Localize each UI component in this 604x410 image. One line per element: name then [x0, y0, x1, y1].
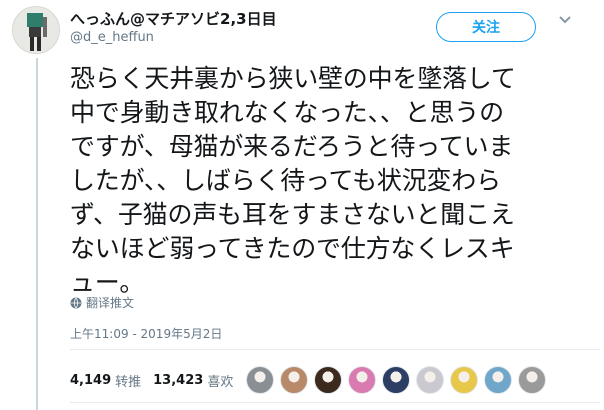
- tweet-line: ず、子猫の声も耳をすまさないと聞こえ: [70, 200, 515, 229]
- translate-tweet-link[interactable]: 翻译推文: [70, 294, 134, 311]
- liker-avatar[interactable]: [416, 366, 444, 394]
- follow-button[interactable]: 关注: [436, 12, 536, 42]
- like-label[interactable]: 喜欢: [207, 371, 233, 390]
- tweet-text: 恐らく天井裏から狭い壁の中を墜落して 中で身動き取れなくなった、、と思うの です…: [70, 62, 590, 300]
- user-handle[interactable]: @d_e_heffun: [70, 30, 154, 45]
- avatar-image-icon: [13, 7, 59, 53]
- thread-line: [36, 58, 38, 410]
- liker-avatar[interactable]: [246, 366, 274, 394]
- timestamp[interactable]: 上午11:09 - 2019年5月2日: [70, 325, 222, 342]
- avatar[interactable]: [12, 6, 60, 54]
- liker-avatar[interactable]: [314, 366, 342, 394]
- retweet-count[interactable]: 4,149: [70, 373, 111, 388]
- liker-avatar[interactable]: [382, 366, 410, 394]
- retweet-label[interactable]: 转推: [115, 371, 141, 390]
- liker-avatar[interactable]: [450, 366, 478, 394]
- liker-avatar[interactable]: [518, 366, 546, 394]
- divider: [70, 402, 600, 403]
- translate-label: 翻译推文: [86, 296, 135, 310]
- divider: [70, 349, 600, 350]
- tweet-line: ュー。: [70, 268, 145, 297]
- tweet-line: 恐らく天井裏から狭い壁の中を墜落して: [70, 64, 516, 93]
- tweet-line: 中で身動き取れなくなった、、と思うの: [70, 98, 504, 127]
- tweet-line: ですが、母猫が来るだろうと待っていま: [70, 132, 514, 161]
- liker-avatars: [246, 366, 546, 394]
- globe-icon: [70, 297, 82, 308]
- chevron-down-icon[interactable]: [558, 15, 572, 25]
- display-name[interactable]: へっふん@マチアソビ2,3日目: [70, 8, 277, 29]
- like-count[interactable]: 13,423: [153, 373, 203, 388]
- tweet-stats: 4,149 转推 13,423 喜欢: [70, 371, 245, 390]
- liker-avatar[interactable]: [484, 366, 512, 394]
- tweet-line: ないほど弱ってきたので仕方なくレスキ: [70, 234, 515, 263]
- liker-avatar[interactable]: [280, 366, 308, 394]
- liker-avatar[interactable]: [348, 366, 376, 394]
- tweet-line: したが、、しばらく待っても状況変わら: [70, 166, 501, 195]
